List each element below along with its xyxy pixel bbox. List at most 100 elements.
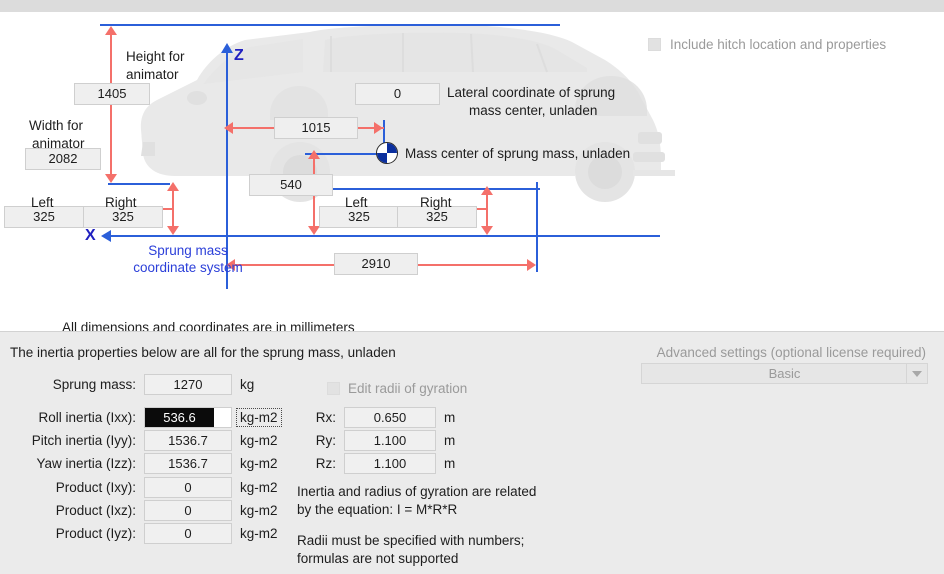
edit-radii-checkbox[interactable] [327,382,340,395]
inertia-relation-note-line1: Inertia and radius of gyration are relat… [297,484,537,499]
row-rz-label: Rz: [315,456,336,471]
pitch-inertia-unit: kg-m2 [240,433,278,448]
wheelbase-input[interactable]: 2910 [334,253,418,275]
rz-unit: m [444,456,456,471]
window-top-strip [0,0,944,12]
row-rz: Rz: 1.100 m [300,453,455,474]
inertia-relation-note-line2: by the equation: I = M*R*R [297,502,458,517]
wheelbase-dimension-line-right [418,264,530,266]
advanced-settings-value: Basic [768,366,801,381]
include-hitch-checkbox[interactable] [648,38,661,51]
cg-height-arrow-top [308,150,320,159]
advanced-settings-title: Advanced settings (optional license requ… [656,345,926,360]
longitudinal-arrow-left [224,122,233,134]
rear-suspension-arrow-top [481,186,493,195]
x-axis-arrowhead [101,230,111,242]
lateral-coordinate-label-line2: mass center, unladen [469,103,598,118]
coordinate-system-caption-line2: coordinate system [133,260,243,275]
row-product-ixz-label: Product (Ixz): [55,503,136,518]
ry-input[interactable]: 1.100 [344,430,436,451]
rear-axle-vertical-line [536,182,538,272]
chevron-down-icon[interactable] [906,364,927,383]
mass-center-cg-icon [376,142,398,164]
yaw-inertia-input[interactable]: 1536.7 [144,453,232,474]
row-yaw-inertia-label: Yaw inertia (Izz): [36,456,136,471]
longitudinal-coordinate-input[interactable]: 1015 [274,117,358,139]
rear-suspension-dimension-line [486,194,488,228]
product-iyz-input[interactable]: 0 [144,523,232,544]
lateral-coordinate-input[interactable]: 0 [355,83,440,105]
rear-left-track-label: Left [345,195,368,210]
rear-ground-reference-line [330,188,540,190]
row-product-ixy-label: Product (Ixy): [55,480,136,495]
rear-suspension-arrow-bottom [481,226,493,235]
roof-reference-line [100,24,560,26]
front-suspension-arrow-bottom [167,226,179,235]
include-hitch-checkbox-row[interactable]: Include hitch location and properties [648,37,886,52]
product-ixy-input[interactable]: 0 [144,477,232,498]
include-hitch-checkbox-label: Include hitch location and properties [670,37,887,52]
row-product-iyz-label: Product (Iyz): [55,526,136,541]
z-axis-arrowhead [221,43,233,53]
cg-height-input[interactable]: 540 [249,174,333,196]
row-ry-label: Ry: [315,433,336,448]
rx-input[interactable]: 0.650 [344,407,436,428]
height-dimension-arrow-bottom [105,174,117,183]
rz-input[interactable]: 1.100 [344,453,436,474]
row-rx: Rx: 0.650 m [300,407,455,428]
row-product-ixy: Product (Ixy): 0 kg-m2 [10,477,278,498]
lateral-coordinate-label-line1: Lateral coordinate of sprung [447,85,616,100]
roll-inertia-input[interactable]: 536.6 [144,407,232,428]
coordinate-system-caption-line1: Sprung mass [148,243,228,258]
row-yaw-inertia: Yaw inertia (Izz): 1536.7 kg-m2 [10,453,278,474]
row-product-iyz: Product (Iyz): 0 kg-m2 [10,523,278,544]
row-pitch-inertia: Pitch inertia (Iyy): 1536.7 kg-m2 [10,430,278,451]
front-right-track-label: Right [105,195,137,210]
x-axis-label: X [85,227,96,244]
sprung-mass-unit: kg [240,377,255,392]
product-ixz-unit: kg-m2 [240,503,278,518]
height-for-animator-input[interactable]: 1405 [74,83,150,105]
product-ixz-input[interactable]: 0 [144,500,232,521]
width-for-animator-label-line2: animator [32,136,85,151]
height-for-animator-label-line2: animator [126,67,179,82]
row-roll-inertia: Roll inertia (Ixx): 536.6 kg-m2 [10,407,282,428]
pitch-inertia-input[interactable]: 1536.7 [144,430,232,451]
width-for-animator-label-line1: Width for [29,118,84,133]
height-for-animator-label-line1: Height for [126,49,185,64]
front-ground-reference-line [108,183,170,185]
row-roll-inertia-label: Roll inertia (Ixx): [38,410,136,425]
row-pitch-inertia-label: Pitch inertia (Iyy): [31,433,136,448]
rear-right-track-label: Right [420,195,452,210]
ry-unit: m [444,433,456,448]
row-ry: Ry: 1.100 m [300,430,455,451]
front-suspension-arrow-top [167,182,179,191]
front-left-track-label: Left [31,195,54,210]
row-rx-label: Rx: [315,410,336,425]
edit-radii-checkbox-label: Edit radii of gyration [348,381,468,396]
mass-center-label: Mass center of sprung mass, unladen [405,146,631,161]
vehicle-dimension-diagram: Height for animator 1405 Width for anima… [0,12,944,331]
roll-inertia-unit: kg-m2 [236,408,282,427]
units-note: All dimensions and coordinates are in mi… [62,320,355,331]
height-dimension-arrow-top [105,26,117,35]
edit-radii-checkbox-row[interactable]: Edit radii of gyration [327,381,467,396]
vehicle-sprung-mass-editor: Height for animator 1405 Width for anima… [0,0,944,574]
rx-unit: m [444,410,456,425]
longitudinal-arrow-right [374,122,383,134]
radii-format-note-line2: formulas are not supported [297,551,459,566]
yaw-inertia-unit: kg-m2 [240,456,278,471]
advanced-settings-dropdown[interactable]: Basic [641,363,928,384]
wheelbase-arrow-right [527,259,536,271]
product-iyz-unit: kg-m2 [240,526,278,541]
row-sprung-mass-label: Sprung mass: [52,377,136,392]
panel-heading: The inertia properties below are all for… [10,345,396,360]
row-product-ixz: Product (Ixz): 0 kg-m2 [10,500,278,521]
sprung-mass-input[interactable]: 1270 [144,374,232,395]
radii-format-note-line1: Radii must be specified with numbers; [297,533,525,548]
row-sprung-mass: Sprung mass: 1270 kg [10,374,254,395]
x-axis-line [110,235,660,237]
product-ixy-unit: kg-m2 [240,480,278,495]
z-axis-label: Z [234,47,244,64]
roll-inertia-selected-text: 536.6 [145,408,214,427]
